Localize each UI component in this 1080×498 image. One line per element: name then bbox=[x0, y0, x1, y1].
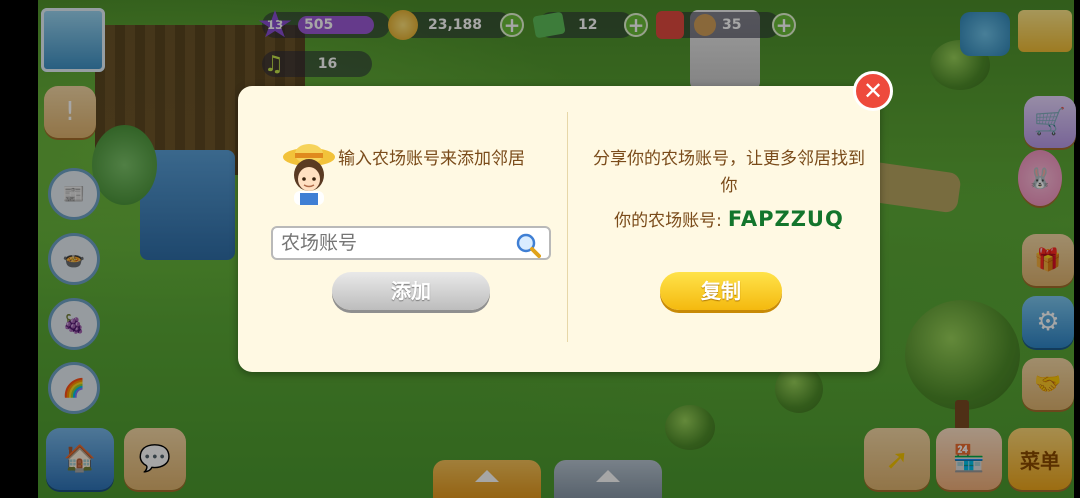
dialog-divider bbox=[567, 112, 568, 342]
share-account-prompt: 分享你的农场账号，让更多邻居找到你 bbox=[593, 149, 865, 196]
search-icon[interactable] bbox=[515, 232, 541, 258]
account-line: 你的农场账号: FAPZZUQ bbox=[588, 206, 870, 231]
close-button[interactable]: ✕ bbox=[853, 71, 893, 111]
farm-account-input[interactable] bbox=[271, 226, 551, 260]
close-icon: ✕ bbox=[862, 77, 884, 105]
farmer-avatar-icon bbox=[283, 144, 335, 205]
add-neighbor-button[interactable]: 添加 bbox=[332, 272, 490, 310]
copy-button[interactable]: 复制 bbox=[660, 272, 782, 310]
add-neighbor-prompt: 输入农场账号来添加邻居 bbox=[338, 149, 525, 169]
account-label: 你的农场账号: bbox=[614, 211, 722, 231]
add-neighbor-dialog: 输入农场账号来添加邻居 添加 分享你的农场账号，让更多邻居找到你 你的农场账号:… bbox=[238, 86, 880, 372]
account-code: FAPZZUQ bbox=[727, 207, 844, 231]
